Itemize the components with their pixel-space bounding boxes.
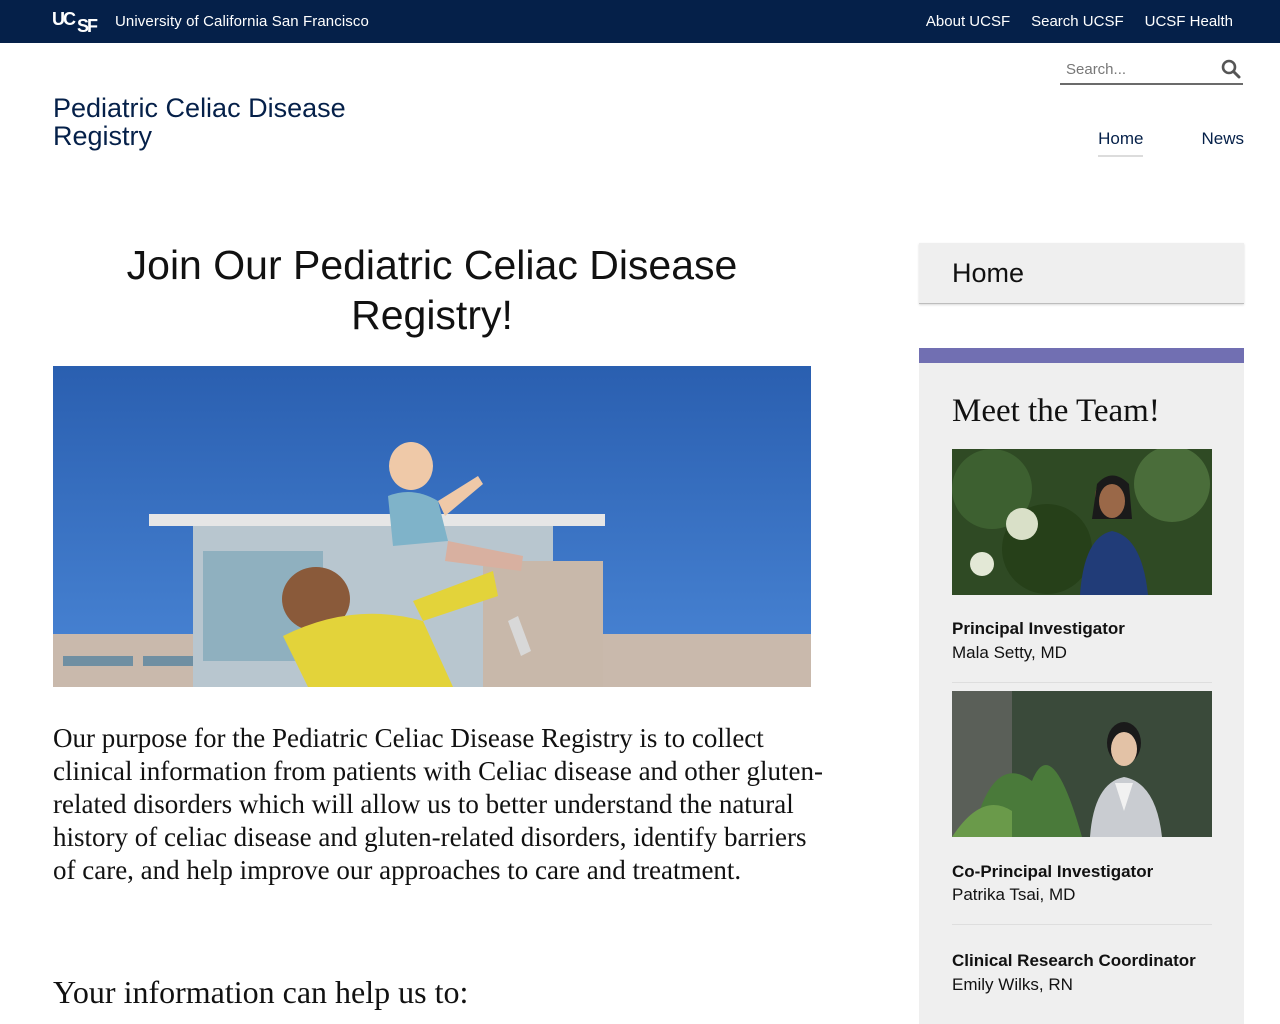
nav-news[interactable]: News [1201,129,1244,157]
university-name[interactable]: University of California San Francisco [115,13,369,30]
search-input[interactable] [1060,56,1210,82]
search-icon[interactable] [1221,59,1241,79]
svg-text:SF: SF [77,16,98,34]
sidebar-home-label: Home [952,258,1025,288]
intro-paragraph: Our purpose for the Pediatric Celiac Dis… [53,723,824,885]
search-ucsf-link[interactable]: Search UCSF [1031,13,1124,30]
page-heading: Join Our Pediatric Celiac Disease Regist… [126,242,738,338]
member-photo-pi [952,449,1212,595]
member-divider [952,924,1212,925]
nav-home[interactable]: Home [1098,129,1144,157]
team-panel: Meet the Team! Principal Investigator Ma… [919,348,1244,1024]
member-divider [952,682,1212,683]
ucsf-top-bar: UC SF University of California San Franc… [0,0,1280,43]
ucsf-logo[interactable]: UC SF [52,8,104,34]
site-title[interactable]: Pediatric Celiac Disease Registry [53,94,413,150]
member-photo-co-pi [952,691,1212,837]
main-nav: Home News [1098,129,1244,157]
member-name[interactable]: Patrika Tsai, MD [952,885,1075,905]
member-role: Clinical Research Coordinator [952,951,1196,970]
ucsf-health-link[interactable]: UCSF Health [1145,13,1233,30]
hero-photo [53,366,811,687]
sidebar-home-button[interactable]: Home [919,243,1244,304]
member-name[interactable]: Emily Wilks, RN [952,975,1073,995]
top-links: About UCSF Search UCSF UCSF Health [926,13,1233,30]
member-role: Co-Principal Investigator [952,862,1154,881]
member-name[interactable]: Mala Setty, MD [952,643,1067,663]
svg-text:UC: UC [52,9,76,29]
member-role: Principal Investigator [952,619,1125,638]
team-title: Meet the Team! [952,393,1160,429]
search-box [1060,56,1243,85]
info-subheading: Your information can help us to: [53,974,469,1010]
about-ucsf-link[interactable]: About UCSF [926,13,1010,30]
